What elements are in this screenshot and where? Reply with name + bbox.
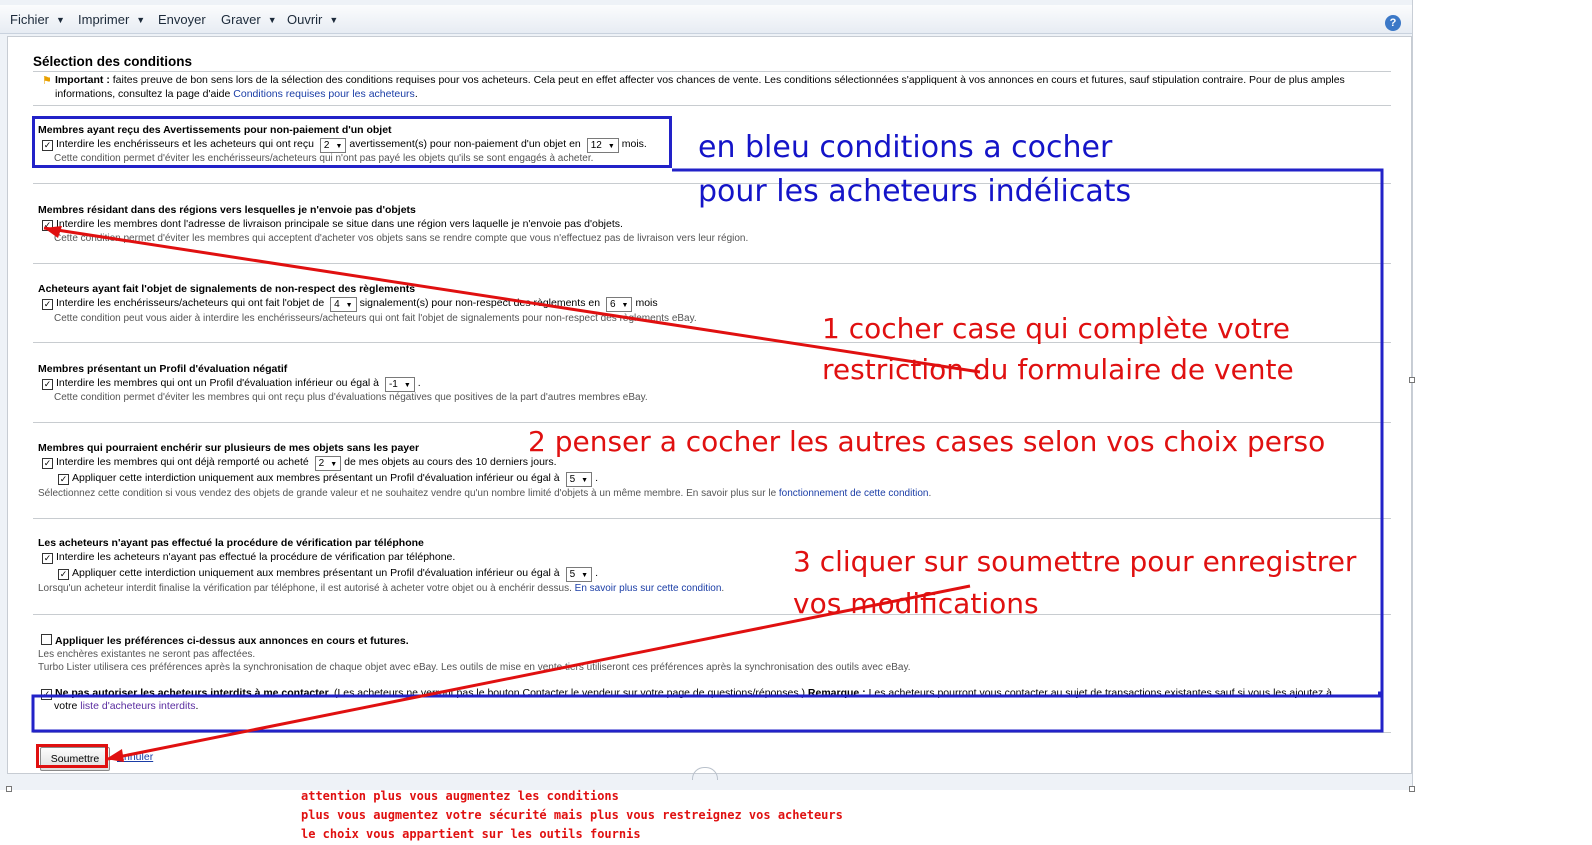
note-line1: attention plus vous augmentez les condit…	[301, 789, 619, 803]
annotation-overlay	[31, 168, 1384, 762]
blue-highlight-box	[31, 694, 1384, 733]
red-highlight-box	[36, 744, 108, 768]
note-line2: plus vous augmentez votre sécurité mais …	[301, 808, 843, 822]
annotation-step3-line2: vos modifications	[793, 587, 1039, 620]
annotation-step1-line2: restriction du formulaire de vente	[822, 353, 1294, 386]
annotation-step1-line1: 1 cocher case qui complète votre	[822, 312, 1290, 345]
red-arrow-line	[43, 226, 981, 374]
annotation-step2: 2 penser a cocher les autres cases selon…	[528, 425, 1326, 458]
red-arrowhead-icon	[44, 226, 62, 238]
annotation-blue-line1: en bleu conditions a cocher	[698, 130, 1113, 165]
note-line3: le choix vous appartient sur les outils …	[301, 827, 641, 841]
annotation-blue-line2: pour les acheteurs indélicats	[698, 174, 1132, 209]
annotation-step3-line1: 3 cliquer sur soumettre pour enregistrer	[793, 545, 1357, 578]
